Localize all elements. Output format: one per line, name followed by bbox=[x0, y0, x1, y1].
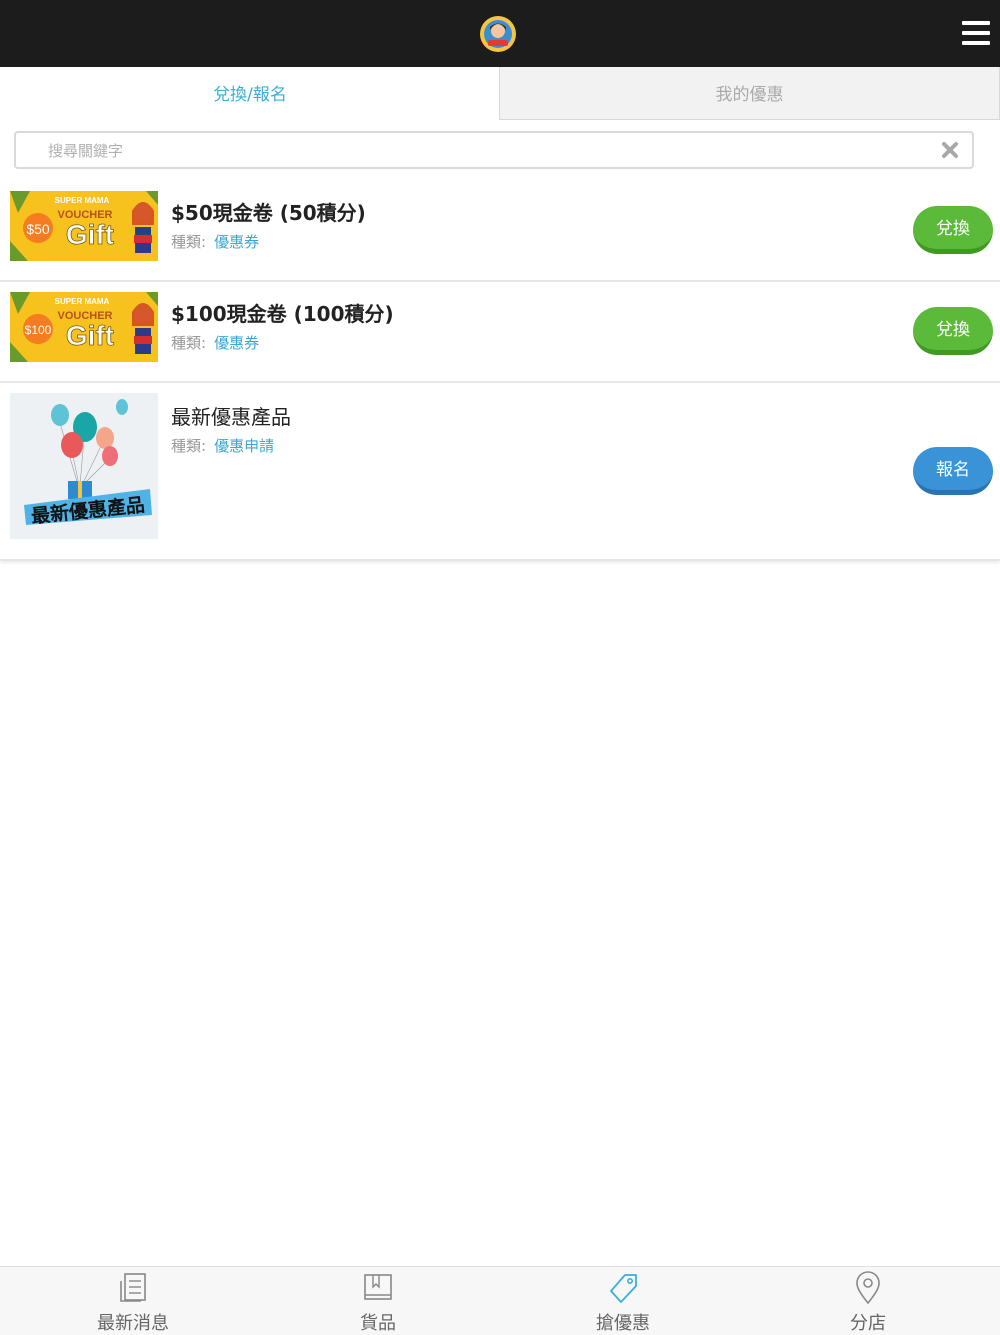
book-icon bbox=[364, 1274, 392, 1300]
nav-grab-offers[interactable]: 搶優惠 bbox=[498, 1267, 748, 1335]
tab-bar: 兌換/報名 我的優惠 bbox=[0, 67, 1000, 121]
nav-products[interactable]: 貨品 bbox=[253, 1267, 503, 1335]
register-button[interactable]: 報名 bbox=[913, 447, 993, 495]
hamburger-menu-icon[interactable] bbox=[962, 21, 990, 45]
clear-search-icon[interactable] bbox=[940, 140, 960, 160]
nav-label: 貨品 bbox=[360, 1313, 396, 1334]
item-title[interactable]: $100現金卷 (100積分) bbox=[171, 298, 394, 327]
search-input[interactable] bbox=[46, 133, 930, 169]
type-label: 種類: bbox=[171, 334, 207, 352]
nav-news[interactable]: 最新消息 bbox=[8, 1267, 258, 1335]
nav-label: 分店 bbox=[850, 1313, 886, 1334]
type-value[interactable]: 優惠券 bbox=[214, 233, 259, 251]
item-type: 種類: 優惠券 bbox=[171, 332, 259, 353]
list-item: $100 SUPER MAMA VOUCHER Gift $100現金卷 (10… bbox=[0, 282, 1000, 383]
news-icon bbox=[120, 1273, 146, 1302]
location-pin-icon bbox=[856, 1271, 880, 1305]
nav-label: 搶優惠 bbox=[596, 1313, 650, 1334]
list-item: $50 SUPER MAMA VOUCHER Gift $50現金卷 (50積分… bbox=[0, 181, 1000, 282]
type-value[interactable]: 優惠申請 bbox=[214, 437, 274, 455]
list-item: 最新優惠產品 最新優惠產品 種類: 優惠申請 報名 bbox=[0, 383, 1000, 561]
svg-text:Gift: Gift bbox=[66, 320, 114, 351]
svg-text:SUPER MAMA: SUPER MAMA bbox=[55, 297, 110, 306]
svg-text:SUPER MAMA: SUPER MAMA bbox=[55, 196, 110, 205]
nav-branches[interactable]: 分店 bbox=[743, 1267, 993, 1335]
svg-text:Gift: Gift bbox=[66, 219, 114, 250]
nav-label: 最新消息 bbox=[97, 1313, 169, 1334]
voucher-thumbnail[interactable]: $50 SUPER MAMA VOUCHER Gift bbox=[10, 191, 158, 261]
tag-icon bbox=[610, 1274, 637, 1303]
search-box bbox=[14, 131, 974, 169]
item-title[interactable]: 最新優惠產品 bbox=[171, 401, 291, 430]
bottom-navigation: 最新消息 貨品 搶優惠 分店 bbox=[0, 1266, 1000, 1335]
svg-text:$100: $100 bbox=[25, 323, 52, 337]
tab-exchange-register[interactable]: 兌換/報名 bbox=[0, 67, 500, 121]
type-label: 種類: bbox=[171, 437, 207, 455]
type-label: 種類: bbox=[171, 233, 207, 251]
voucher-thumbnail[interactable]: $100 SUPER MAMA VOUCHER Gift bbox=[10, 292, 158, 362]
app-logo[interactable] bbox=[479, 15, 517, 53]
type-value[interactable]: 優惠券 bbox=[214, 334, 259, 352]
redeem-button[interactable]: 兌換 bbox=[913, 206, 993, 254]
item-type: 種類: 優惠申請 bbox=[171, 435, 274, 456]
item-title[interactable]: $50現金卷 (50積分) bbox=[171, 197, 366, 226]
item-type: 種類: 優惠券 bbox=[171, 231, 259, 252]
svg-text:$50: $50 bbox=[26, 221, 50, 237]
tab-my-offers[interactable]: 我的優惠 bbox=[499, 67, 1000, 120]
redeem-button[interactable]: 兌換 bbox=[913, 307, 993, 355]
top-bar bbox=[0, 0, 1000, 67]
promo-thumbnail[interactable]: 最新優惠產品 bbox=[10, 393, 158, 539]
